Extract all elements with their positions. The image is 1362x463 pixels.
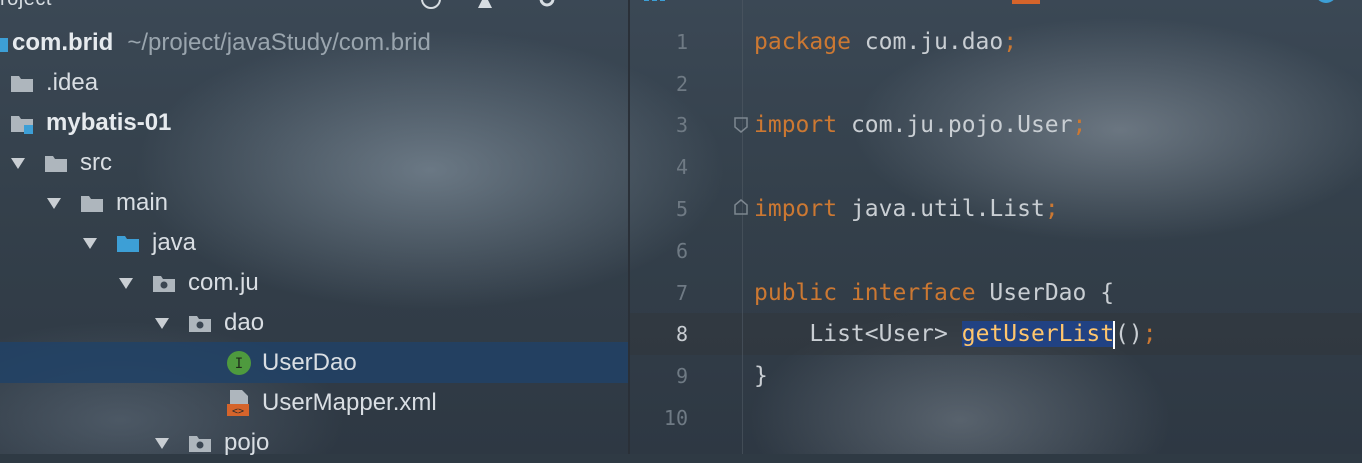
import-path: com.ju.pojo.User xyxy=(837,112,1073,138)
code-line-7: public interface UserDao { xyxy=(754,272,1114,314)
return-type: List<User> xyxy=(754,321,962,347)
svg-text:<>: <> xyxy=(232,406,244,417)
tree-item-usermapper-xml[interactable]: <> UserMapper.xml xyxy=(0,383,628,423)
globe-icon[interactable] xyxy=(420,0,442,10)
tree-item-com-brid[interactable]: com.brid ~/project/javaStudy/com.brid xyxy=(0,23,628,63)
line-number-current: 8 xyxy=(675,322,688,346)
tree-item-userdao[interactable]: I UserDao xyxy=(0,342,628,383)
code-editor[interactable]: 1 2 3 4 5 6 7 8 9 10 package com.ju.dao;… xyxy=(630,0,1362,454)
tree-item-label: .idea xyxy=(46,69,99,96)
package-icon xyxy=(189,436,211,452)
keyword-interface: interface xyxy=(850,280,976,306)
tree-item-pojo[interactable]: pojo xyxy=(0,423,628,463)
tree-item-label: dao xyxy=(224,309,265,336)
chevron-down-icon[interactable] xyxy=(118,275,134,291)
gutter-separator xyxy=(742,0,743,454)
semicolon: ; xyxy=(1044,196,1059,222)
tree-item-label: java xyxy=(152,229,197,256)
code-line-3: import com.ju.pojo.User; xyxy=(754,104,1086,146)
tree-item-main[interactable]: main xyxy=(0,183,628,223)
line-number: 3 xyxy=(675,113,688,137)
code-line-5: import java.util.List; xyxy=(754,188,1059,230)
tree-item-dao[interactable]: dao xyxy=(0,303,628,343)
folder-icon xyxy=(45,156,67,172)
svg-text:I: I xyxy=(235,356,243,372)
line-number-gutter[interactable]: 1 2 3 4 5 6 7 8 9 10 xyxy=(630,0,742,454)
method-parens: () xyxy=(1115,321,1143,347)
tree-item-label: com.ju xyxy=(188,269,259,296)
keyword-package: package xyxy=(754,29,851,55)
line-number: 6 xyxy=(675,239,688,263)
semicolon: ; xyxy=(1142,321,1157,347)
package-name: com.ju.dao xyxy=(850,29,1004,55)
fold-marker-icon[interactable] xyxy=(734,199,748,215)
selected-method-name[interactable]: getUserList xyxy=(961,321,1115,347)
tree-item-label: UserMapper.xml xyxy=(262,389,437,416)
tree-item-com-ju[interactable]: com.ju xyxy=(0,263,628,303)
module-icon xyxy=(0,38,8,52)
fold-marker-icon[interactable] xyxy=(734,117,748,133)
collapse-icon[interactable] xyxy=(474,0,496,10)
keyword-import: import xyxy=(754,196,838,222)
notification-icon[interactable] xyxy=(1314,0,1338,6)
line-number: 9 xyxy=(675,364,688,388)
interface-icon: I xyxy=(227,350,251,375)
code-line-8: List<User> getUserList(); xyxy=(754,313,1157,355)
closing-brace: } xyxy=(754,363,768,389)
semicolon: ; xyxy=(1072,112,1087,138)
chevron-down-icon[interactable] xyxy=(154,315,170,331)
line-number: 5 xyxy=(675,197,688,221)
tree-item-mybatis-01[interactable]: mybatis-01 xyxy=(0,103,628,143)
tree-item-label: pojo xyxy=(224,429,270,456)
chevron-down-icon[interactable] xyxy=(82,235,98,251)
line-number: 4 xyxy=(675,155,688,179)
interface-declaration: UserDao { xyxy=(975,280,1115,306)
code-line-1: package com.ju.dao; xyxy=(754,21,1017,63)
line-number: 7 xyxy=(675,281,688,305)
keyword-public: public xyxy=(754,280,838,306)
import-path: java.util.List xyxy=(837,196,1045,222)
tree-item-label: UserDao xyxy=(262,348,357,376)
tree-item-label: com.brid xyxy=(12,29,114,56)
panel-title: roject xyxy=(0,0,52,10)
source-folder-icon xyxy=(117,236,139,252)
tree-item-path: ~/project/javaStudy/com.brid xyxy=(127,29,431,56)
line-number: 10 xyxy=(663,406,688,430)
chevron-down-icon[interactable] xyxy=(154,435,170,451)
module-folder-icon xyxy=(11,116,33,134)
keyword-import: import xyxy=(754,112,838,138)
folder-icon xyxy=(11,76,33,92)
project-panel: roject com.brid ~/project/javaStudy/com.… xyxy=(0,0,628,456)
tree-item-label: src xyxy=(80,149,112,176)
gear-icon[interactable] xyxy=(536,0,558,10)
chevron-down-icon[interactable] xyxy=(10,155,26,171)
chevron-down-icon[interactable] xyxy=(46,195,62,211)
line-number: 2 xyxy=(675,72,688,96)
package-icon xyxy=(153,276,175,292)
xml-file-icon: <> xyxy=(227,390,249,417)
tree-item-label: main xyxy=(116,189,169,216)
line-number: 1 xyxy=(675,30,688,54)
tree-item-src[interactable]: src xyxy=(0,143,628,183)
code-line-9: } xyxy=(754,355,768,397)
tree-item-java[interactable]: java xyxy=(0,223,628,263)
semicolon: ; xyxy=(1003,29,1018,55)
package-icon xyxy=(189,316,211,332)
project-panel-header: roject xyxy=(0,0,628,10)
tree-item-idea[interactable]: .idea xyxy=(0,63,628,103)
tree-item-label: mybatis-01 xyxy=(46,109,172,136)
xml-tab-icon xyxy=(1012,0,1040,4)
folder-icon xyxy=(81,196,103,212)
